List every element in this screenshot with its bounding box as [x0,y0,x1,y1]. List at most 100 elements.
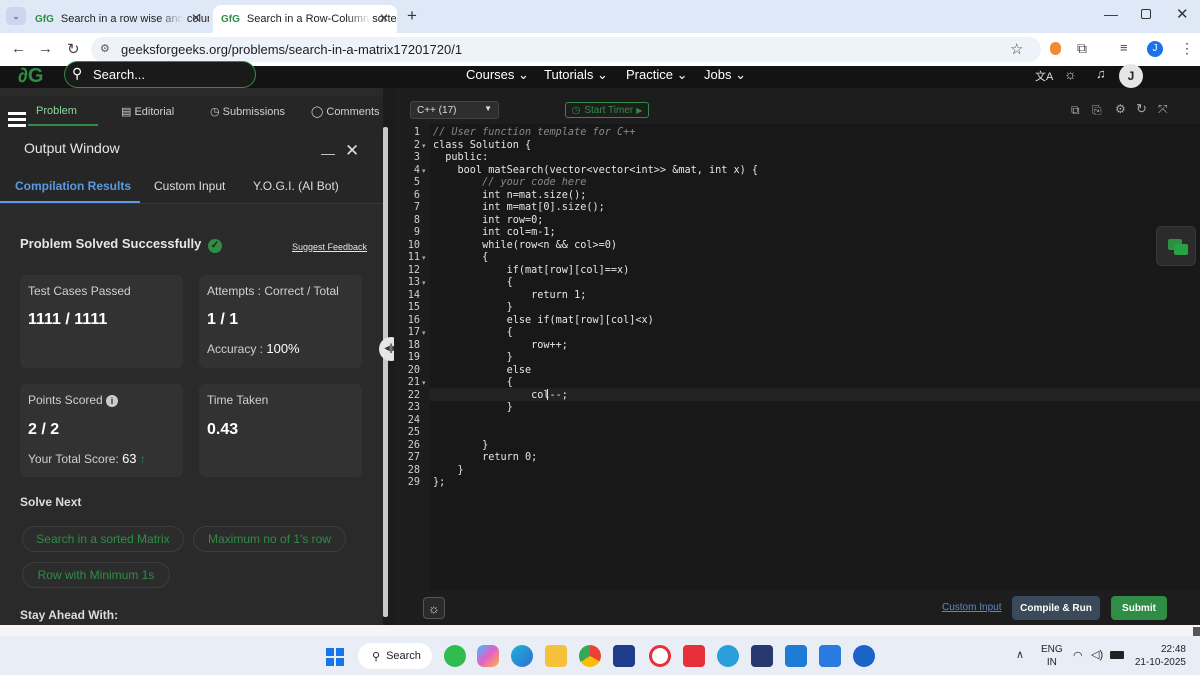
solve-next-chip-1[interactable]: Search in a sorted Matrix [22,526,184,552]
info-icon[interactable]: i [106,395,119,407]
browser-tab-2-active[interactable]: GfG Search in a Row-Column sorted ✕ [213,5,397,33]
custom-input-link[interactable]: Custom Input [942,602,1001,613]
minimize-output-icon[interactable]: — [321,145,335,161]
code-line[interactable]: { [433,252,488,265]
telegram-icon[interactable] [717,645,739,667]
code-line[interactable]: int col=m-1; [433,227,556,240]
file-icon[interactable]: ⎘ [1092,103,1102,118]
edge-icon[interactable] [511,645,533,667]
close-window-icon[interactable]: ✕ [1176,5,1189,23]
wifi-icon[interactable]: ◠ [1073,649,1083,662]
code-line[interactable]: class Solution { [433,140,531,153]
input-language[interactable]: ENG IN [1041,643,1063,669]
speedtest-icon[interactable] [853,645,875,667]
language-select[interactable]: C++ (17) ▼ [410,101,499,119]
solve-next-chip-3[interactable]: Row with Minimum 1s [22,562,170,588]
code-line[interactable]: } [433,402,513,415]
restore-window-icon[interactable] [1141,9,1151,19]
code-line[interactable]: return 1; [433,290,586,303]
start-windows-icon[interactable] [326,648,344,666]
opera-icon[interactable] [649,645,671,667]
code-line[interactable]: return 0; [433,452,537,465]
code-line[interactable]: row++; [433,340,568,353]
fold-chevron-icon[interactable]: ▾ [422,329,426,337]
url-text[interactable]: geeksforgeeks.org/problems/search-in-a-m… [121,42,462,57]
code-line[interactable]: int m=mat[0].size(); [433,202,605,215]
code-line[interactable]: { [433,377,513,390]
extension-icon[interactable] [1050,42,1061,55]
left-panel-scrollbar[interactable] [383,127,388,617]
battery-icon[interactable] [1110,651,1124,659]
fold-chevron-icon[interactable]: ▾ [422,279,426,287]
translate-icon[interactable]: 文A [1035,68,1053,84]
submit-button[interactable]: Submit [1111,596,1167,620]
tray-chevron-icon[interactable]: ∧ [1016,648,1024,661]
code-line[interactable]: // your code here [433,177,586,190]
code-line[interactable]: else if(mat[row][col]<x) [433,315,654,328]
taskbar-search[interactable]: ⚲ Search [358,643,432,669]
suggest-feedback-link[interactable]: Suggest Feedback [292,242,367,252]
hamburger-menu-icon[interactable] [8,112,26,128]
whatsapp-icon[interactable] [444,645,466,667]
bookmark-star-icon[interactable]: ☆ [1010,40,1023,58]
code-line[interactable]: bool matSearch(vector<vector<int>> &mat,… [433,165,759,178]
tab-yogi-ai-bot[interactable]: Y.O.G.I. (AI Bot) [253,179,339,193]
fullscreen-icon[interactable]: ⤧ [1158,102,1168,117]
notification-bell-icon[interactable]: ♫ [1096,66,1106,81]
nav-tutorials[interactable]: Tutorials ⌄ [544,67,608,83]
reload-icon[interactable]: ↻ [67,40,80,58]
copy-icon[interactable]: ⧉ [1071,103,1080,118]
reset-icon[interactable]: ↻ [1136,101,1147,117]
file-explorer-icon[interactable] [545,645,567,667]
back-icon[interactable]: ← [11,40,26,57]
code-line[interactable]: else [433,365,532,378]
code-line[interactable]: } [433,465,464,478]
clock[interactable]: 22:48 21-10-2025 [1130,643,1186,669]
close-tab-icon[interactable]: ✕ [191,11,201,25]
nav-courses[interactable]: Courses ⌄ [466,67,529,83]
start-timer-button[interactable]: ◷ Start Timer ▶ [565,102,649,118]
extensions-puzzle-icon[interactable]: ⧉ [1077,40,1087,57]
tab-search-dropdown-button[interactable]: ⌄ [6,7,26,25]
nav-jobs[interactable]: Jobs ⌄ [704,67,746,83]
fold-chevron-icon[interactable]: ▾ [422,167,426,175]
code-line[interactable]: }; [433,477,445,490]
code-line[interactable]: if(mat[row][col]==x) [433,265,630,278]
close-tab-icon[interactable]: ✕ [379,11,389,25]
browser-tab-1[interactable]: GfG Search in a row wise and colum ✕ [27,5,209,33]
chat-button[interactable] [1156,226,1196,266]
code-line[interactable]: { [433,277,513,290]
settings-gear-icon[interactable]: ⚙ [1115,102,1126,116]
compile-run-button[interactable]: Compile & Run [1012,596,1100,620]
vscode-icon[interactable] [785,645,807,667]
solve-next-chip-2[interactable]: Maximum no of 1's row [193,526,346,552]
nav-practice[interactable]: Practice ⌄ [626,67,687,83]
fold-chevron-icon[interactable]: ▾ [422,254,426,262]
new-tab-button[interactable]: + [407,6,417,26]
media-controls-icon[interactable]: ≡ [1120,40,1128,55]
page-scrollbar-thumb[interactable] [1193,627,1200,636]
tab-problem[interactable]: Problem [36,105,77,117]
code-line[interactable]: } [433,352,513,365]
tab-compilation-results[interactable]: Compilation Results [15,179,131,193]
dev-cpp-icon[interactable] [751,645,773,667]
w-app-icon[interactable] [683,645,705,667]
code-line[interactable]: int row=0; [433,215,543,228]
code-line[interactable]: int n=mat.size(); [433,190,586,203]
notepad-icon[interactable] [819,645,841,667]
tab-submissions[interactable]: ◷ Submissions [210,105,285,118]
close-output-icon[interactable]: ✕ [345,141,359,161]
code-line[interactable]: { [433,327,513,340]
fold-chevron-icon[interactable]: ▾ [422,142,426,150]
lightbulb-hint-icon[interactable]: ☼ [423,597,445,619]
tab-custom-input[interactable]: Custom Input [154,179,225,193]
code-line[interactable]: public: [433,152,488,165]
code-line[interactable]: } [433,440,488,453]
forward-icon[interactable]: → [38,40,53,57]
code-line[interactable]: while(row<n && col>=0) [433,240,617,253]
code-line[interactable]: // User function template for C++ [433,127,635,140]
tab-comments[interactable]: ◯ Comments [311,105,380,118]
profile-avatar[interactable]: J [1147,41,1163,57]
volume-icon[interactable]: ◁) [1091,648,1103,661]
theme-toggle-icon[interactable]: ☼ [1064,66,1077,82]
